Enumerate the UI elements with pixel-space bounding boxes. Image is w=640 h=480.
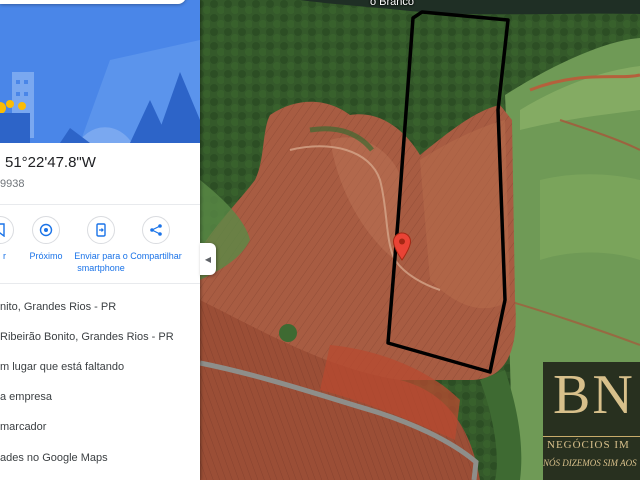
nearby-button[interactable]: Próximo: [22, 216, 70, 262]
share-label: Compartilhar: [130, 251, 182, 261]
share-icon: [142, 216, 170, 244]
brand-watermark: BN NEGÓCIOS IM NÓS DIZEMOS SIM AOS: [543, 362, 640, 480]
add-label-row[interactable]: marcador: [0, 412, 200, 442]
nearby-icon: [32, 216, 60, 244]
city-illustration: [0, 40, 200, 143]
send-to-phone-icon: [87, 216, 115, 244]
save-button[interactable]: r: [0, 216, 14, 262]
nearby-label: Próximo: [29, 251, 63, 261]
add-missing-place-text: m lugar que está faltando: [0, 361, 125, 373]
add-business-row[interactable]: a empresa: [0, 382, 200, 412]
place-details-panel: 51°22'47.8"W 9938 r Próximo Enviar para …: [0, 0, 200, 480]
your-maps-activity-row[interactable]: ades no Google Maps: [0, 443, 200, 473]
chevron-left-icon: ◀: [204, 254, 212, 264]
brand-mark: BN: [553, 364, 635, 426]
brand-name: NEGÓCIOS IM: [547, 439, 630, 451]
address-text: nito, Grandes Rios - PR: [0, 301, 117, 313]
plus-code: 9938: [0, 178, 25, 190]
address-row[interactable]: nito, Grandes Rios - PR: [0, 292, 200, 322]
send-to-phone-label: Enviar para o smartphone: [74, 251, 128, 273]
add-label-text: marcador: [0, 421, 47, 433]
share-button[interactable]: Compartilhar: [126, 216, 186, 262]
save-icon: [0, 216, 14, 244]
brand-slogan: NÓS DIZEMOS SIM AOS: [543, 458, 637, 468]
save-label: r: [3, 251, 6, 261]
road-name-label: o Branco: [370, 0, 415, 8]
coordinates: 51°22'47.8"W: [5, 154, 96, 171]
locality-text: Ribeirão Bonito, Grandes Rios - PR: [0, 331, 174, 343]
send-to-phone-button[interactable]: Enviar para o smartphone: [72, 216, 130, 274]
place-hero-image: [0, 0, 200, 143]
divider: [0, 204, 200, 205]
add-missing-place-row[interactable]: m lugar que está faltando: [0, 352, 200, 382]
brand-divider: [543, 436, 640, 437]
locality-row[interactable]: Ribeirão Bonito, Grandes Rios - PR: [0, 322, 200, 352]
add-business-text: a empresa: [0, 391, 52, 403]
red-location-pin-icon[interactable]: [392, 232, 412, 262]
your-maps-activity-text: ades no Google Maps: [0, 452, 108, 464]
divider: [0, 283, 200, 284]
collapse-panel-button[interactable]: ◀: [200, 243, 216, 275]
